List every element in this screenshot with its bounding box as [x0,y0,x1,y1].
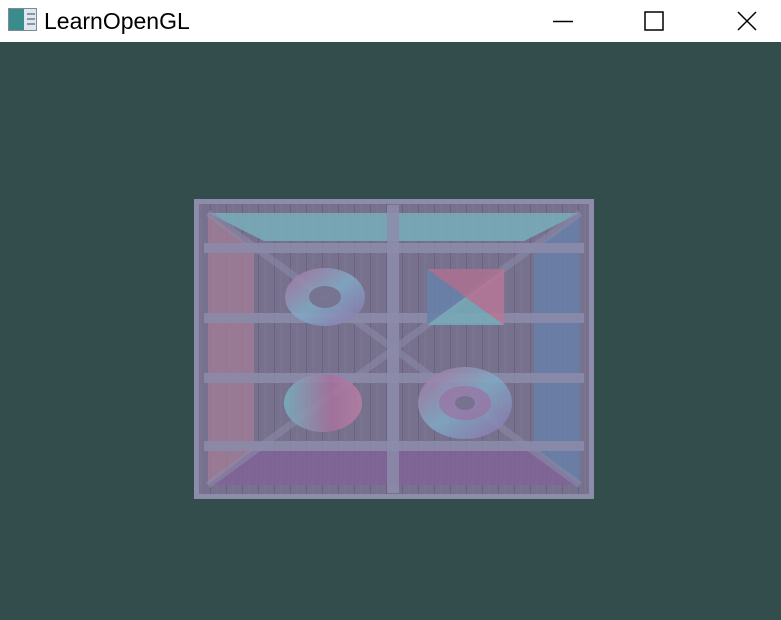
minimize-icon [553,20,573,23]
app-window: LearnOpenGL [0,0,781,620]
maximize-button[interactable] [631,0,677,42]
opengl-viewport[interactable] [0,48,781,620]
opengl-app-icon [8,8,37,31]
close-button[interactable] [724,0,770,42]
title-bar[interactable]: LearnOpenGL [0,0,781,42]
maximize-icon [644,11,664,31]
close-icon [737,11,757,31]
window-title: LearnOpenGL [44,8,190,34]
textured-container-quad [194,199,594,499]
minimize-button[interactable] [540,0,586,42]
